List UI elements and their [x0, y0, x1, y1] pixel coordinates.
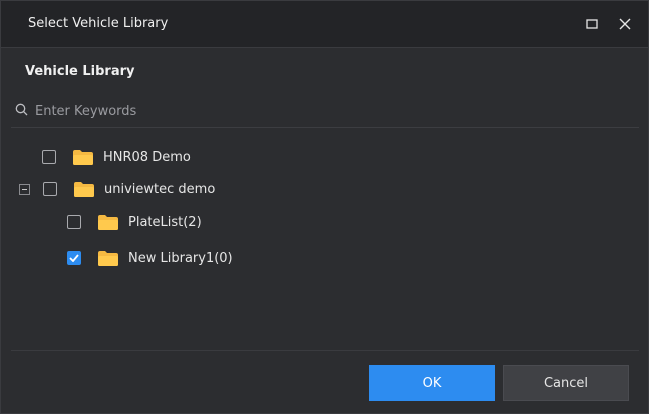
tree-item-platelist[interactable]: PlateList(2): [67, 210, 202, 234]
collapse-toggle[interactable]: [19, 183, 30, 195]
tree-item-new-library1[interactable]: New Library1(0): [67, 246, 233, 270]
footer-divider: [11, 350, 639, 351]
ok-button[interactable]: OK: [369, 365, 495, 401]
library-tree: HNR08 Demo univiewtec demo PlateList(2): [1, 137, 649, 347]
search-input[interactable]: [33, 95, 637, 128]
folder-icon: [74, 181, 94, 197]
search-icon: [15, 103, 28, 116]
folder-icon: [73, 149, 93, 165]
tree-item-hnr08-demo[interactable]: HNR08 Demo: [42, 145, 191, 169]
cancel-button[interactable]: Cancel: [503, 365, 629, 401]
dialog-title: Select Vehicle Library: [28, 16, 169, 31]
folder-icon: [98, 250, 118, 266]
search-bar: [11, 95, 639, 128]
title-bar: Select Vehicle Library: [1, 1, 648, 48]
maximize-icon: [586, 19, 598, 29]
tree-item-label: New Library1(0): [128, 250, 233, 266]
tree-item-label: PlateList(2): [128, 214, 202, 230]
checkbox-platelist[interactable]: [67, 215, 81, 229]
tree-item-label: univiewtec demo: [104, 181, 216, 197]
select-vehicle-library-dialog: Select Vehicle Library Vehicle Library E…: [0, 0, 649, 414]
close-button[interactable]: [613, 12, 637, 36]
section-title: Vehicle Library: [25, 64, 135, 79]
checkbox-hnr08-demo[interactable]: [42, 150, 56, 164]
check-icon: [69, 254, 79, 262]
close-icon: [619, 18, 631, 30]
tree-item-label: HNR08 Demo: [103, 149, 191, 165]
checkbox-new-library1[interactable]: [67, 251, 81, 265]
maximize-button[interactable]: [580, 12, 604, 36]
tree-item-univiewtec-demo[interactable]: univiewtec demo: [19, 177, 215, 201]
checkbox-univiewtec-demo[interactable]: [43, 182, 57, 196]
folder-icon: [98, 214, 118, 230]
